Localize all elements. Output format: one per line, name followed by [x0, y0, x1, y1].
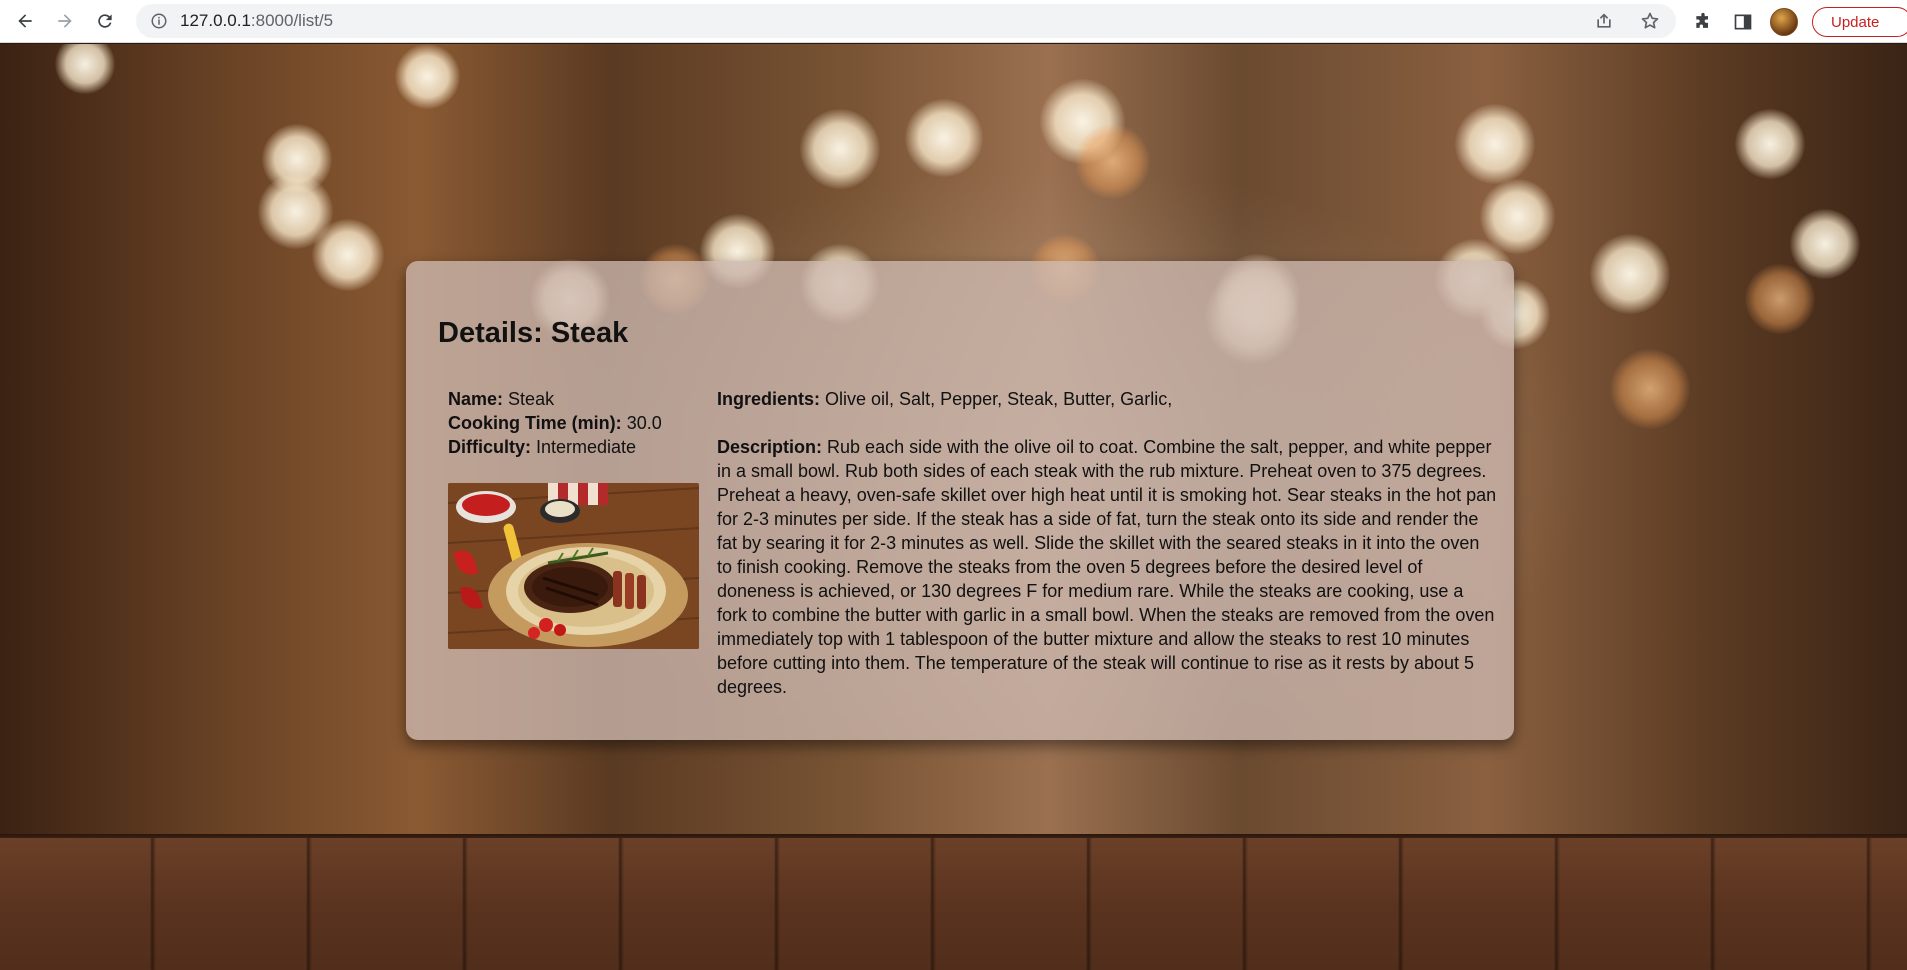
browser-toolbar: 127.0.0.1:8000/list/5 Update: [0, 0, 1907, 43]
update-button[interactable]: Update: [1812, 7, 1907, 37]
cooking-time-row: Cooking Time (min): 30.0: [448, 411, 688, 435]
bokeh-light: [1745, 264, 1815, 334]
url-text[interactable]: 127.0.0.1:8000/list/5: [180, 11, 333, 31]
back-button[interactable]: [10, 6, 40, 36]
forward-arrow-icon: [58, 14, 72, 28]
bokeh-light: [800, 109, 880, 189]
reload-icon: [98, 14, 112, 28]
recipe-body: Ingredients: Olive oil, Salt, Pepper, St…: [717, 387, 1497, 699]
bokeh-light: [1610, 349, 1690, 429]
page-title: Details: Steak: [438, 317, 629, 349]
update-label: Update: [1831, 13, 1880, 31]
recipe-image: [448, 483, 699, 649]
difficulty-value: Intermediate: [536, 437, 637, 457]
description-label: Description:: [717, 437, 823, 457]
steak-plate-illustration: [448, 483, 699, 649]
recipe-meta: Name: Steak Cooking Time (min): 30.0 Dif…: [448, 387, 688, 459]
ingredients-label: Ingredients:: [717, 389, 821, 409]
side-panel-icon[interactable]: [1730, 9, 1756, 35]
forward-button[interactable]: [50, 6, 80, 36]
name-label: Name:: [448, 389, 504, 409]
name-row: Name: Steak: [448, 387, 688, 411]
bokeh-light: [1590, 234, 1670, 314]
ingredients-value: Olive oil, Salt, Pepper, Steak, Butter, …: [825, 389, 1173, 409]
address-bar[interactable]: 127.0.0.1:8000/list/5: [136, 4, 1676, 38]
description-row: Description: Rub each side with the oliv…: [717, 435, 1497, 699]
bokeh-light: [395, 44, 460, 109]
bokeh-light: [1075, 124, 1150, 199]
profile-avatar[interactable]: [1770, 8, 1798, 36]
cooking-time-value: 30.0: [626, 413, 662, 433]
share-icon[interactable]: [1592, 9, 1616, 33]
recipe-details-card: Details: Steak Name: Steak Cooking Time …: [406, 261, 1514, 740]
name-value: Steak: [508, 389, 555, 409]
reload-button[interactable]: [90, 6, 120, 36]
difficulty-label: Difficulty:: [448, 437, 531, 457]
puzzle-icon[interactable]: [1690, 9, 1716, 35]
info-icon[interactable]: [150, 12, 168, 30]
star-icon[interactable]: [1638, 9, 1662, 33]
back-arrow-icon: [18, 14, 32, 28]
bokeh-light: [55, 44, 115, 94]
description-value: Rub each side with the olive oil to coat…: [717, 437, 1497, 697]
bokeh-light: [1735, 109, 1805, 179]
bokeh-light: [1455, 104, 1535, 184]
bokeh-light: [905, 99, 983, 177]
bokeh-light: [312, 219, 384, 291]
wooden-table: [0, 838, 1907, 970]
url-path: :8000/list/5: [250, 11, 334, 30]
toolbar-actions: Update: [1690, 5, 1907, 39]
url-host: 127.0.0.1: [180, 11, 251, 30]
cooking-time-label: Cooking Time (min):: [448, 413, 622, 433]
bokeh-light: [1790, 209, 1860, 279]
ingredients-row: Ingredients: Olive oil, Salt, Pepper, St…: [717, 387, 1497, 411]
difficulty-row: Difficulty: Intermediate: [448, 435, 688, 459]
